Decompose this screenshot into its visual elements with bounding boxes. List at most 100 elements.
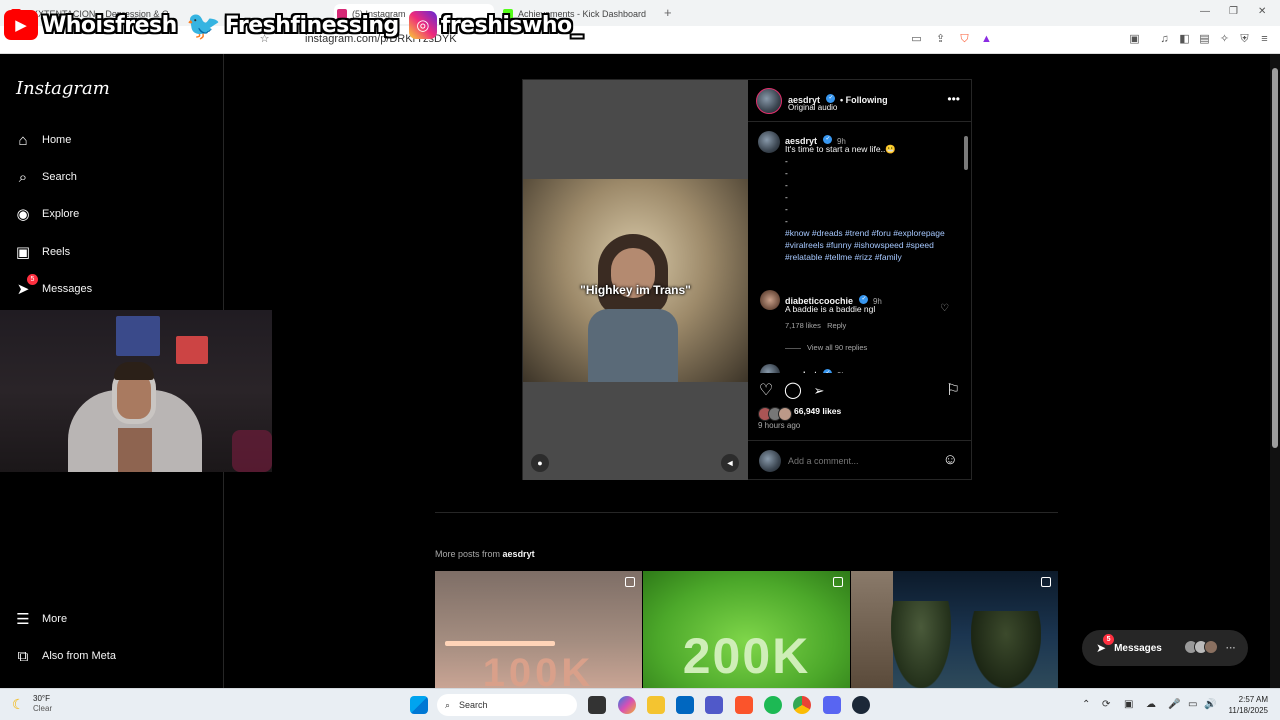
webcam-background-poster	[116, 316, 160, 356]
video-caption-overlay: "Highkey im Trans"	[580, 283, 691, 297]
messages-icon: ➤ 5	[14, 274, 38, 298]
more-options-icon[interactable]: •••	[947, 92, 960, 106]
cloud-icon[interactable]: ☁	[1146, 699, 1156, 710]
system-clock[interactable]: 2:57 AM 11/18/2025	[1229, 694, 1268, 716]
sidebar-item-label: Reels	[42, 246, 71, 258]
sync-icon[interactable]: ⟳	[1102, 699, 1110, 710]
audio-label[interactable]: Original audio	[788, 103, 837, 112]
section-divider	[435, 512, 1058, 513]
comment-like-icon[interactable]: ♡	[940, 303, 949, 314]
post-thumbnail[interactable]: 200K	[643, 571, 850, 688]
sidebar-item-label: Search	[42, 171, 77, 183]
comment-input[interactable]	[788, 453, 928, 469]
weather-moon-icon: ☾	[12, 696, 25, 712]
brave-shield-icon[interactable]: ⛉	[958, 33, 971, 46]
tagged-users-icon[interactable]: ●	[531, 454, 549, 472]
comments-section: aesdryt ✓ 9h It's time to start a new li…	[748, 123, 972, 373]
weather-widget[interactable]: 30°F Clear	[33, 694, 52, 714]
comment-text: A baddie is a baddie ngl	[785, 304, 876, 314]
share-icon[interactable]: ➢	[810, 382, 828, 400]
chrome-icon[interactable]	[793, 696, 811, 714]
brave-browser-icon[interactable]	[735, 696, 753, 714]
commenter-avatar[interactable]	[760, 364, 780, 373]
sidebar-icon[interactable]: ◧	[1178, 33, 1191, 46]
instagram-logo[interactable]: Instagram	[16, 78, 110, 99]
brave-rewards-icon[interactable]: ▲	[980, 33, 993, 46]
instagram-icon: ◎	[408, 11, 437, 39]
teams-icon[interactable]	[705, 696, 723, 714]
discord-icon[interactable]	[823, 696, 841, 714]
leo-ai-icon[interactable]: ✧	[1218, 33, 1231, 46]
tray-overflow-icon[interactable]: ⌃	[1082, 699, 1090, 710]
caption-hashtags[interactable]: #know #dreads #trend #foru #explorepage …	[785, 227, 955, 263]
post-thumbnail[interactable]: 100K	[435, 571, 642, 688]
vpn-icon[interactable]: ⛨	[1238, 33, 1251, 46]
reel-video[interactable]: "Highkey im Trans" ● ◄	[523, 80, 748, 480]
search-icon: ⌕	[18, 168, 28, 186]
caption-author-avatar[interactable]	[758, 131, 780, 153]
messages-pill-label: Messages	[1114, 642, 1162, 654]
comment-reply-button[interactable]: Reply	[827, 321, 846, 330]
sidebar-item-messages[interactable]: ➤ 5 Messages	[14, 274, 93, 303]
carousel-icon	[833, 577, 843, 587]
file-explorer-icon[interactable]	[647, 696, 665, 714]
cast-icon[interactable]: ▭	[910, 33, 923, 46]
share-icon[interactable]: ⇪	[934, 33, 947, 46]
page-scroll-thumb[interactable]	[1272, 68, 1278, 448]
restore-icon[interactable]: ❐	[1229, 6, 1238, 17]
volume-icon[interactable]: ◄	[721, 454, 739, 472]
tab-search-icon[interactable]: ▣	[1128, 33, 1141, 46]
view-replies-button[interactable]: View all 90 replies	[785, 343, 867, 352]
more-posts-username[interactable]: aesdryt	[503, 549, 535, 559]
scroll-thumb[interactable]	[964, 136, 968, 170]
close-icon[interactable]: ✕	[1258, 6, 1266, 17]
new-tab-button[interactable]: +	[664, 5, 672, 20]
emoji-icon[interactable]: ☺	[943, 451, 958, 468]
current-user-avatar	[759, 450, 781, 472]
steam-icon[interactable]	[852, 696, 870, 714]
page-scrollbar[interactable]	[1270, 54, 1280, 688]
comments-scrollbar[interactable]	[963, 126, 969, 372]
sidebar-item-reels[interactable]: ▣ Reels	[14, 238, 70, 266]
verified-badge-icon: ✓	[826, 94, 836, 104]
commenter-avatar[interactable]	[760, 290, 780, 310]
browser-menu-icon[interactable]: ≡	[1258, 33, 1271, 46]
volume-icon[interactable]: 🔊	[1204, 699, 1216, 710]
copilot-icon[interactable]	[618, 696, 636, 714]
comment-username[interactable]: aesdryt	[785, 370, 817, 373]
menu-icon: ☰	[16, 611, 30, 628]
display-icon[interactable]: ▭	[1188, 699, 1197, 710]
sidebar-item-label: Messages	[42, 283, 93, 295]
taskbar-search[interactable]: ⌕ Search	[437, 694, 577, 716]
save-bookmark-icon[interactable]: ⚐	[944, 382, 962, 400]
caption-text: It's time to start a new life..😬	[785, 144, 896, 154]
like-count[interactable]: 66,949 likes	[794, 406, 841, 416]
post-header: aesdryt ✓ • Following Original audio •••	[748, 80, 972, 122]
minimize-icon[interactable]: —	[1200, 6, 1210, 17]
app-icon[interactable]	[764, 696, 782, 714]
sidebar-item-label: More	[42, 613, 68, 625]
sidebar-item-also-from-meta[interactable]: ⧉ Also from Meta	[14, 642, 116, 670]
like-heart-icon[interactable]: ♡	[757, 382, 775, 400]
comment-likes[interactable]: 7,178 likes	[785, 321, 821, 330]
verified-badge-icon: ✓	[823, 369, 833, 373]
sidebar-item-home[interactable]: ⌂ Home	[14, 126, 71, 154]
youtube-handle: Whoisfresh	[42, 12, 177, 38]
windows-start-icon[interactable]	[410, 696, 428, 714]
sidebar-item-more[interactable]: ☰ More	[14, 605, 67, 633]
microphone-icon[interactable]: 🎤	[1168, 699, 1180, 710]
post-thumbnail[interactable]	[851, 571, 1058, 688]
caption-dash: -	[785, 180, 788, 190]
microsoft-store-icon[interactable]	[676, 696, 694, 714]
media-icon[interactable]: ♫	[1158, 33, 1171, 46]
task-view-icon[interactable]	[588, 696, 606, 714]
thumbnail-text: 200K	[682, 628, 811, 684]
author-avatar[interactable]	[756, 88, 782, 114]
following-label[interactable]: • Following	[840, 95, 888, 105]
messages-floating-button[interactable]: ➤ 5 Messages ···	[1082, 630, 1248, 666]
sidebar-item-search[interactable]: ⌕ Search	[14, 163, 77, 191]
app-tray-icon[interactable]: ▣	[1124, 699, 1133, 710]
sidebar-item-explore[interactable]: ◉ Explore	[14, 200, 79, 228]
wallet-icon[interactable]: ▤	[1198, 33, 1211, 46]
comment-icon[interactable]: ◯	[784, 382, 802, 400]
